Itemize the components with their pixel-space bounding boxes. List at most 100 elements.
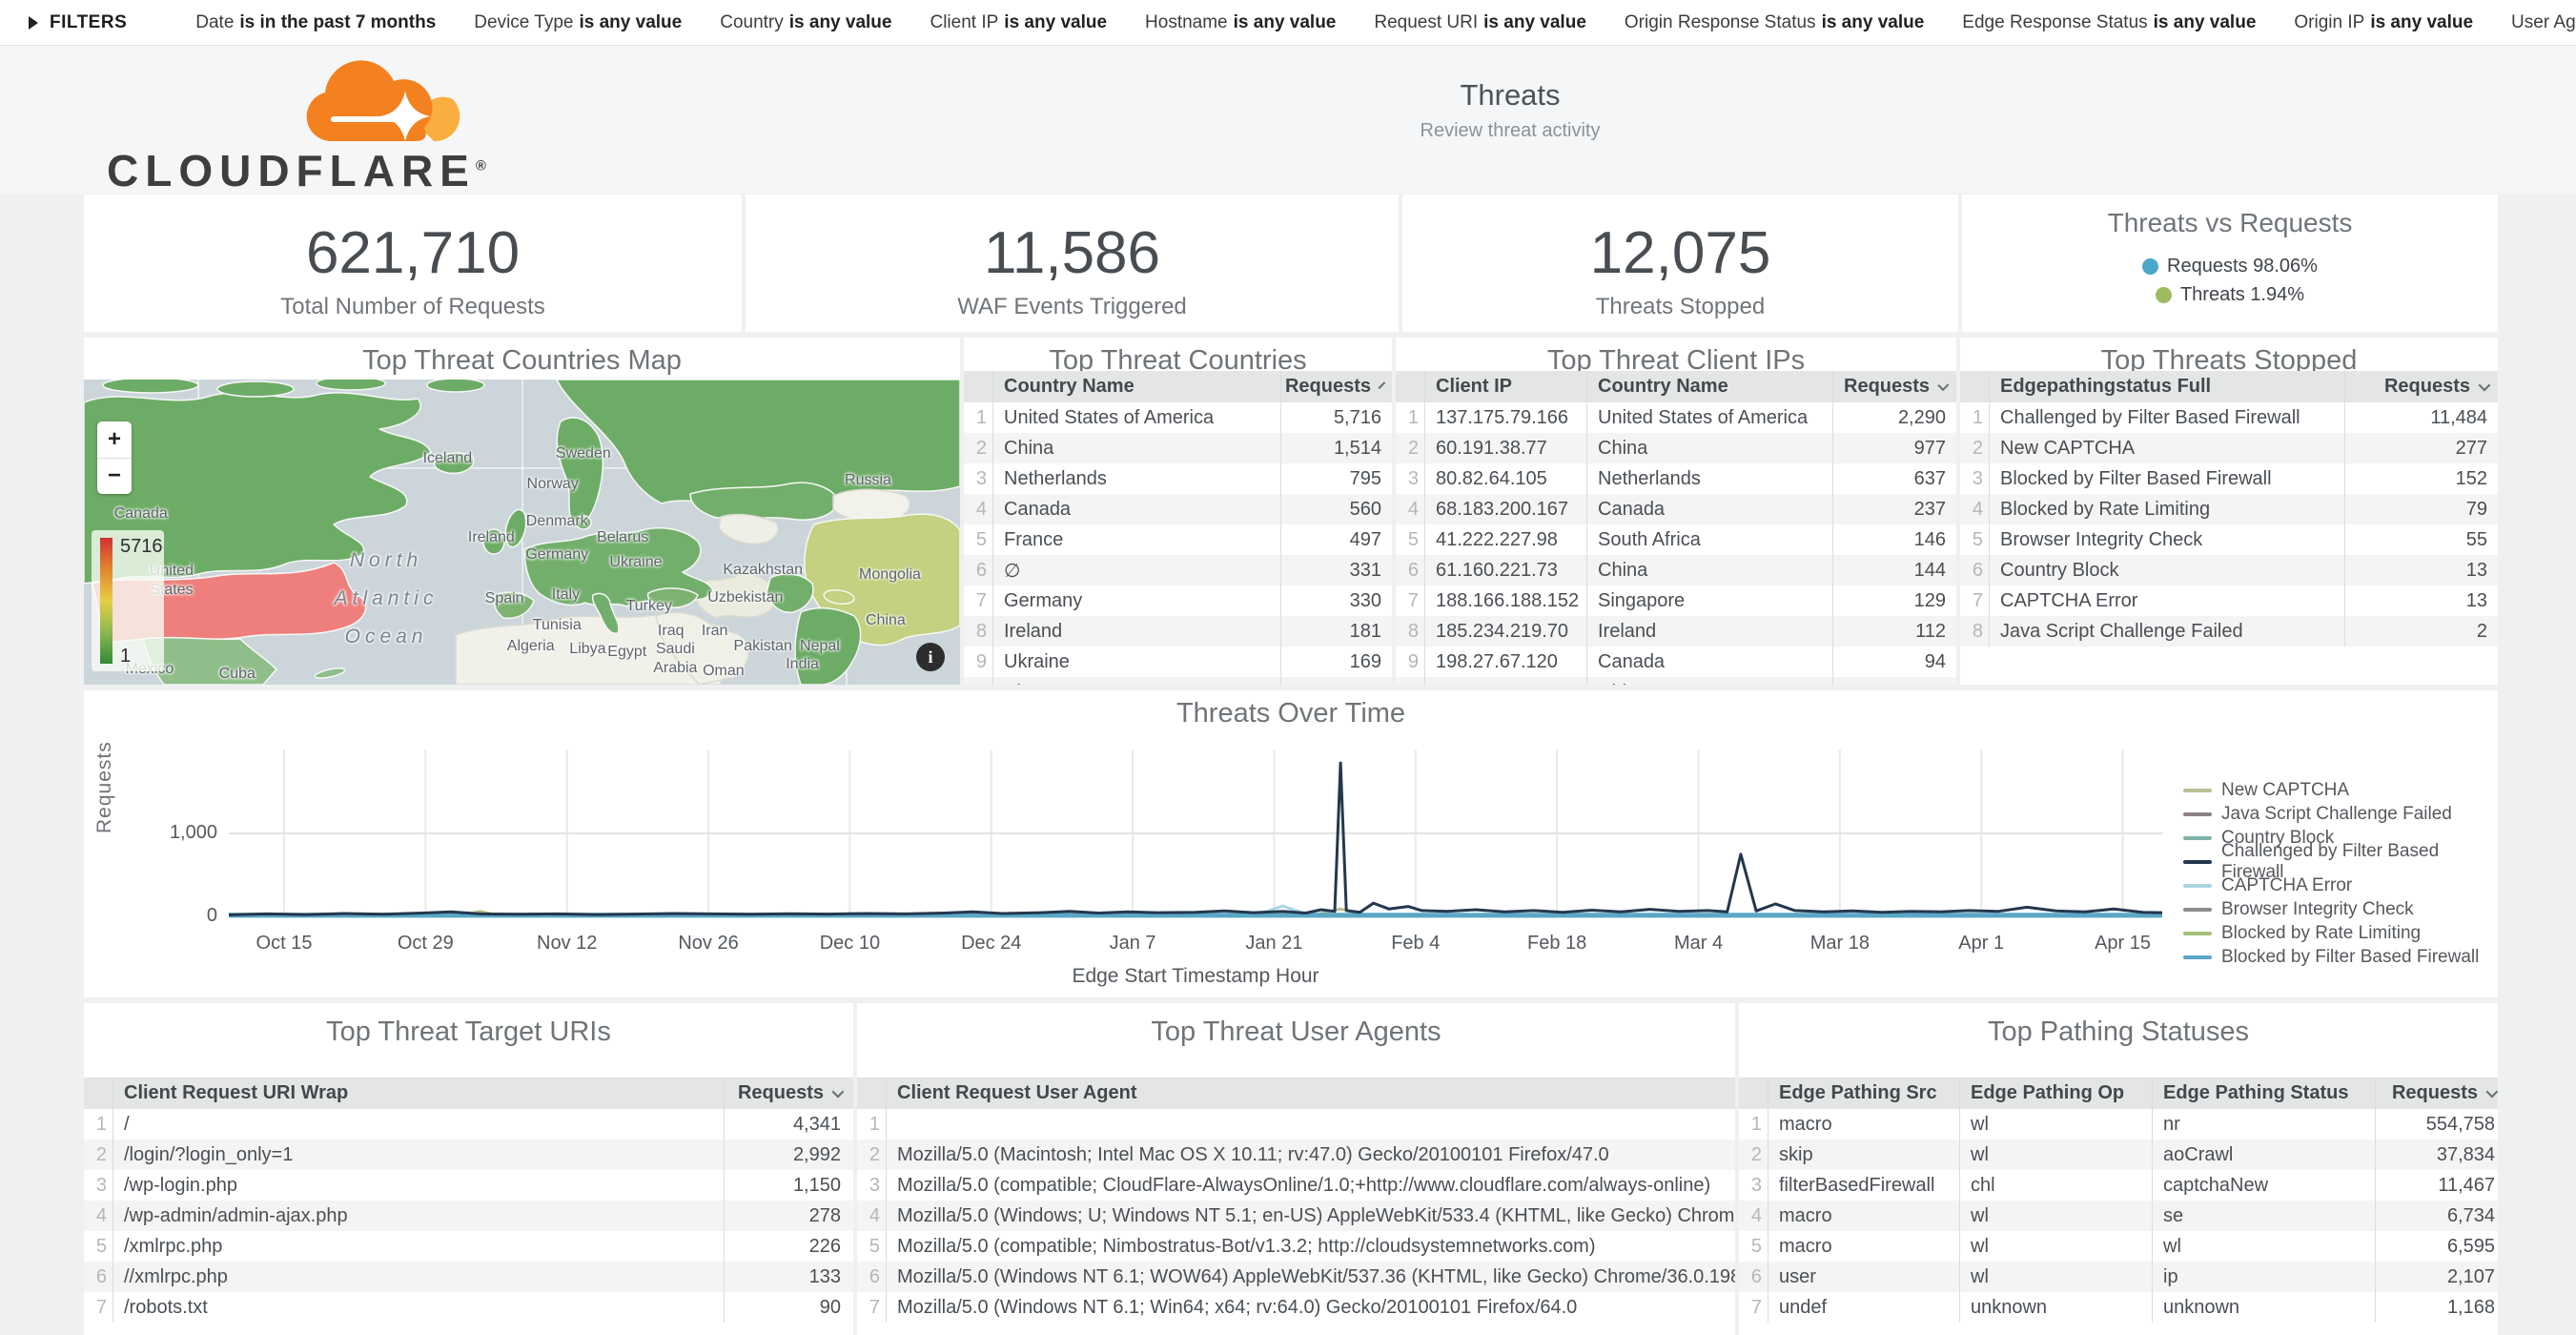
column-header-client-request-user-agent[interactable]: Client Request User Agent [886,1078,1735,1109]
column-header-edge-pathing-src[interactable]: Edge Pathing Src [1768,1078,1959,1109]
filter-item-user-agent[interactable]: User Agentis any value [2511,12,2576,33]
pie-legend-item[interactable]: Threats 1.94% [2156,284,2304,306]
table-row[interactable]: 5France497 [964,524,1392,555]
column-header-edge-pathing-op[interactable]: Edge Pathing Op [1959,1078,2152,1109]
column-header-requests[interactable]: Requests [1832,371,1956,402]
filter-item-edge-response-status[interactable]: Edge Response Statusis any value [1962,12,2256,33]
table-row[interactable]: 7undefunknownunknown1,168 [1739,1292,2498,1323]
table-row[interactable]: 8185.234.219.70Ireland112 [1396,616,1956,647]
table-row[interactable]: 2New CAPTCHA277 [1960,433,2498,463]
table-row[interactable]: 3Netherlands795 [964,463,1392,494]
table-cell: New CAPTCHA [1989,433,2344,463]
table-row[interactable]: 1United States of America5,716 [964,402,1392,433]
filters-label: FILTERS [50,12,127,33]
row-index: 5 [857,1231,886,1262]
column-header-country-name[interactable]: Country Name [1586,371,1832,402]
table-row[interactable]: 7Mozilla/5.0 (Windows NT 6.1; Win64; x64… [857,1292,1735,1323]
table-row[interactable]: 7/robots.txt90 [84,1292,853,1323]
x-tick-label: Feb 18 [1500,933,1614,955]
map-zoom-out-button[interactable]: − [97,459,132,495]
table-row[interactable]: 4Blocked by Rate Limiting79 [1960,494,2498,524]
table-row[interactable]: 4Canada560 [964,494,1392,524]
x-axis-label: Edge Start Timestamp Hour [229,965,2162,988]
table-row[interactable]: 6Mozilla/5.0 (Windows NT 6.1; WOW64) App… [857,1262,1735,1292]
chart-legend-item[interactable]: Blocked by Rate Limiting [2183,921,2498,945]
chart-legend-item[interactable]: Browser Integrity Check [2183,897,2498,921]
table-row[interactable]: 1macrowlnr554,758 [1739,1109,2498,1140]
filter-item-hostname[interactable]: Hostnameis any value [1145,12,1336,33]
threats-over-time-chart[interactable] [229,738,2162,929]
table-row[interactable]: 3filterBasedFirewallchlcaptchaNew11,467 [1739,1170,2498,1201]
table-cell: unknown [1959,1292,2152,1323]
map-label-ireland: Ireland [468,528,515,547]
table-row[interactable]: 4/wp-admin/admin-ajax.php278 [84,1201,853,1231]
table-row[interactable]: 10Singapore158 [964,677,1392,685]
table-row[interactable]: 1/4,341 [84,1109,853,1140]
column-header-requests[interactable]: Requests [2344,371,2498,402]
column-header-edge-pathing-status[interactable]: Edge Pathing Status [2152,1078,2375,1109]
table-cell: 41.222.227.98 [1424,524,1586,555]
table-row[interactable]: 5macrowlwl6,595 [1739,1231,2498,1262]
filter-item-origin-response-status[interactable]: Origin Response Statusis any value [1625,12,1924,33]
table-row[interactable]: 2China1,514 [964,433,1392,463]
pie-legend-item[interactable]: Requests 98.06% [2142,256,2318,277]
table-row[interactable]: 3Mozilla/5.0 (compatible; CloudFlare-Alw… [857,1170,1735,1201]
table-row[interactable]: 4Mozilla/5.0 (Windows; U; Windows NT 5.1… [857,1201,1735,1231]
table-row[interactable]: 7188.166.188.152Singapore129 [1396,585,1956,616]
column-header-requests[interactable]: Requests [724,1078,851,1109]
map-label-spain: Spain [485,589,524,608]
filter-item-client-ip[interactable]: Client IPis any value [930,12,1107,33]
filter-item-date[interactable]: Dateis in the past 7 months [195,12,436,33]
table-row[interactable]: 5/xmlrpc.php226 [84,1231,853,1262]
table-row[interactable]: 6userwlip2,107 [1739,1262,2498,1292]
table-row[interactable]: 1061.160.247.127China88 [1396,677,1956,685]
table-cell: /wp-login.php [112,1170,724,1201]
column-header-country-name[interactable]: Country Name [992,371,1280,402]
filter-item-country[interactable]: Countryis any value [720,12,891,33]
filter-field-label: Hostname [1145,12,1228,32]
table-row[interactable]: 468.183.200.167Canada237 [1396,494,1956,524]
table-row[interactable]: 8Ireland181 [964,616,1392,647]
table-row[interactable]: 1 [857,1109,1735,1140]
table-row[interactable]: 541.222.227.98South Africa146 [1396,524,1956,555]
table-row[interactable]: 2Mozilla/5.0 (Macintosh; Intel Mac OS X … [857,1140,1735,1170]
chart-legend-item[interactable]: Challenged by Filter Based Firewall [2183,850,2498,873]
column-header-edgepathingstatus-full[interactable]: Edgepathingstatus Full [1989,371,2344,402]
table-row[interactable]: 3/wp-login.php1,150 [84,1170,853,1201]
table-row[interactable]: 8Java Script Challenge Failed2 [1960,616,2498,647]
chart-legend-item[interactable]: Java Script Challenge Failed [2183,802,2498,826]
column-header-client-request-uri-wrap[interactable]: Client Request URI Wrap [112,1078,724,1109]
filters-toggle[interactable]: FILTERS [29,12,127,33]
table-row[interactable]: 4macrowlse6,734 [1739,1201,2498,1231]
table-row[interactable]: 5Mozilla/5.0 (compatible; Nimbostratus-B… [857,1231,1735,1262]
column-header-client-ip[interactable]: Client IP [1424,371,1586,402]
table-row[interactable]: 7CAPTCHA Error13 [1960,585,2498,616]
table-row[interactable]: 260.191.38.77China977 [1396,433,1956,463]
table-row[interactable]: 6Country Block13 [1960,555,2498,585]
chart-legend-item[interactable]: Blocked by Filter Based Firewall [2183,945,2498,969]
filter-item-origin-ip[interactable]: Origin IPis any value [2294,12,2473,33]
table-row[interactable]: 5Browser Integrity Check55 [1960,524,2498,555]
table-row[interactable]: 2/login/?login_only=12,992 [84,1140,853,1170]
table-row[interactable]: 380.82.64.105Netherlands637 [1396,463,1956,494]
map-zoom-control: + − [97,421,132,494]
map-zoom-in-button[interactable]: + [97,421,132,458]
chart-legend-item[interactable]: New CAPTCHA [2183,778,2498,802]
column-header-requests[interactable]: Requests [2375,1078,2498,1109]
map-info-button[interactable]: i [916,643,945,671]
table-row[interactable]: 2skipwlaoCrawl37,834 [1739,1140,2498,1170]
table-row[interactable]: 6//xmlrpc.php133 [84,1262,853,1292]
table-row[interactable]: 3Blocked by Filter Based Firewall152 [1960,463,2498,494]
table-row[interactable]: 6∅331 [964,555,1392,585]
world-map[interactable]: CanadaUnited StatesMexicoCubaIcelandIrel… [84,380,960,685]
table-row[interactable]: 7Germany330 [964,585,1392,616]
column-header-requests[interactable]: Requests [1280,371,1392,402]
table-row[interactable]: 9Ukraine169 [964,647,1392,677]
filter-item-request-uri[interactable]: Request URIis any value [1374,12,1586,33]
filter-item-device-type[interactable]: Device Typeis any value [474,12,682,33]
table-row[interactable]: 1Challenged by Filter Based Firewall11,4… [1960,402,2498,433]
table-row[interactable]: 9198.27.67.120Canada94 [1396,647,1956,677]
table-cell: 277 [2344,433,2498,463]
table-row[interactable]: 661.160.221.73China144 [1396,555,1956,585]
table-row[interactable]: 1137.175.79.166United States of America2… [1396,402,1956,433]
